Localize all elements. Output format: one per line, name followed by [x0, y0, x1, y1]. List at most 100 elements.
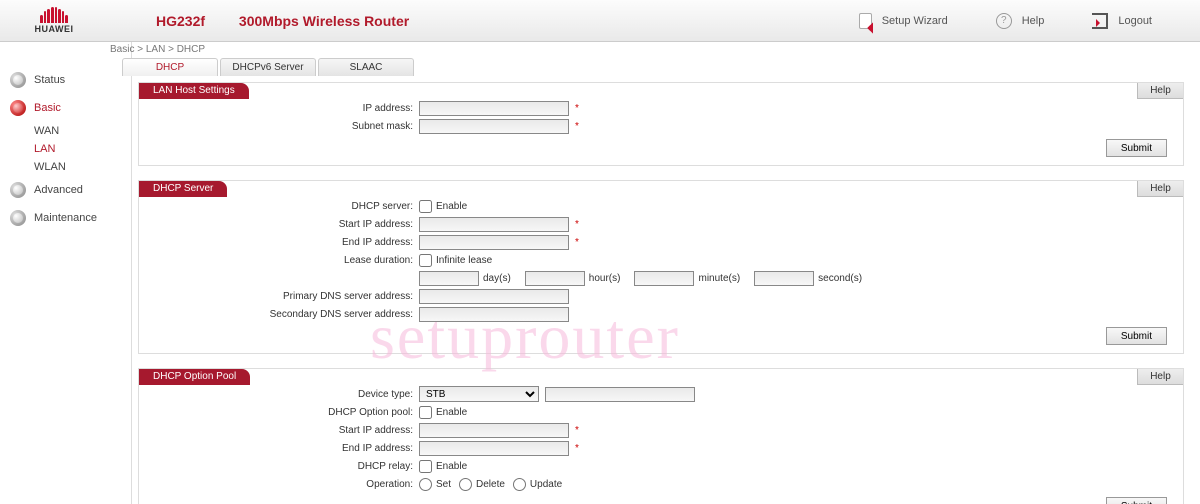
minutes-unit: minute(s) [694, 273, 754, 284]
operation-set-radio[interactable] [419, 478, 432, 491]
nav-basic-label: Basic [34, 102, 61, 114]
dhcp-end-label: End IP address: [139, 237, 419, 248]
dhcp-server-label: DHCP server: [139, 201, 419, 212]
option-pool-enable-checkbox[interactable] [419, 406, 432, 419]
nav-advanced[interactable]: Advanced [0, 176, 131, 204]
infinite-lease-checkbox[interactable] [419, 254, 432, 267]
required-marker: * [569, 237, 579, 248]
panel-lan-host: LAN Host Settings Help IP address: * Sub… [138, 82, 1184, 166]
lan-ip-label: IP address: [139, 103, 419, 114]
panel-lan-help[interactable]: Help [1137, 83, 1183, 99]
dhcp-end-input[interactable] [419, 235, 569, 250]
nav-wan[interactable]: WAN [34, 122, 131, 140]
nav-wlan[interactable]: WLAN [34, 158, 131, 176]
days-unit: day(s) [479, 273, 525, 284]
operation-label: Operation: [139, 479, 419, 490]
subtab-bar: DHCP DHCPv6 Server SLAAC [122, 58, 416, 76]
lan-mask-label: Subnet mask: [139, 121, 419, 132]
dhcp-lease-label: Lease duration: [139, 255, 419, 266]
maintenance-icon [10, 210, 26, 226]
nav-maintenance-label: Maintenance [34, 212, 97, 224]
lease-seconds-input[interactable] [754, 271, 814, 286]
brand-logo: HUAWEI [12, 7, 96, 34]
dhcp-relay-label: DHCP relay: [139, 461, 419, 472]
main-content: LAN Host Settings Help IP address: * Sub… [138, 82, 1184, 504]
setup-wizard-link[interactable]: Setup Wizard [859, 13, 948, 29]
logout-icon [1092, 13, 1108, 29]
option-pool-enable-text: Enable [436, 407, 467, 418]
hours-unit: hour(s) [585, 273, 635, 284]
nav-basic[interactable]: Basic [0, 94, 131, 122]
device-type-select[interactable]: STB [419, 386, 539, 402]
sdns-label: Secondary DNS server address: [139, 309, 419, 320]
pool-submit-button[interactable]: Submit [1106, 497, 1167, 504]
logout-label: Logout [1118, 15, 1152, 27]
panel-dhcp-title: DHCP Server [139, 181, 227, 197]
operation-update-text: Update [530, 479, 562, 490]
lease-days-input[interactable] [419, 271, 479, 286]
dhcp-enable-text: Enable [436, 201, 467, 212]
advanced-icon [10, 182, 26, 198]
lan-ip-input[interactable] [419, 101, 569, 116]
pool-end-input[interactable] [419, 441, 569, 456]
seconds-unit: second(s) [814, 273, 866, 284]
sdns-input[interactable] [419, 307, 569, 322]
dhcp-start-input[interactable] [419, 217, 569, 232]
help-link[interactable]: ? Help [996, 13, 1045, 29]
nav-basic-sub: WAN LAN WLAN [0, 122, 131, 176]
dhcp-start-label: Start IP address: [139, 219, 419, 230]
product-model: HG232f [156, 13, 205, 29]
huawei-icon [40, 7, 68, 23]
option-pool-label: DHCP Option pool: [139, 407, 419, 418]
operation-delete-radio[interactable] [459, 478, 472, 491]
panel-dhcp-server: DHCP Server Help DHCP server: Enable Sta… [138, 180, 1184, 354]
operation-delete-text: Delete [476, 479, 513, 490]
wizard-icon [859, 13, 872, 29]
operation-update-radio[interactable] [513, 478, 526, 491]
panel-lan-title: LAN Host Settings [139, 83, 249, 99]
brand-text: HUAWEI [35, 24, 74, 34]
required-marker: * [569, 443, 579, 454]
infinite-lease-text: Infinite lease [436, 255, 492, 266]
nav-lan[interactable]: LAN [34, 140, 131, 158]
lease-minutes-input[interactable] [634, 271, 694, 286]
tab-slaac[interactable]: SLAAC [318, 58, 414, 76]
dhcp-enable-checkbox[interactable] [419, 200, 432, 213]
help-icon: ? [996, 13, 1012, 29]
tab-dhcp[interactable]: DHCP [122, 58, 218, 76]
pdns-input[interactable] [419, 289, 569, 304]
panel-pool-help[interactable]: Help [1137, 369, 1183, 385]
product-desc: 300Mbps Wireless Router [239, 13, 409, 29]
lease-hours-input[interactable] [525, 271, 585, 286]
pool-start-label: Start IP address: [139, 425, 419, 436]
required-marker: * [569, 219, 579, 230]
device-type-extra-input[interactable] [545, 387, 695, 402]
dhcp-relay-checkbox[interactable] [419, 460, 432, 473]
basic-icon [10, 100, 26, 116]
operation-set-text: Set [436, 479, 459, 490]
panel-dhcp-help[interactable]: Help [1137, 181, 1183, 197]
device-type-label: Device type: [139, 389, 419, 400]
header-bar: HUAWEI HG232f 300Mbps Wireless Router Se… [0, 0, 1200, 42]
dhcp-submit-button[interactable]: Submit [1106, 327, 1167, 345]
breadcrumb: Basic > LAN > DHCP [110, 44, 205, 55]
pool-start-input[interactable] [419, 423, 569, 438]
nav-maintenance[interactable]: Maintenance [0, 204, 131, 232]
left-nav: Status Basic WAN LAN WLAN Advanced Maint… [0, 42, 132, 504]
setup-wizard-label: Setup Wizard [882, 15, 948, 27]
nav-status[interactable]: Status [0, 66, 131, 94]
dhcp-relay-text: Enable [436, 461, 467, 472]
pool-end-label: End IP address: [139, 443, 419, 454]
required-marker: * [569, 103, 579, 114]
panel-pool-title: DHCP Option Pool [139, 369, 250, 385]
product-title: HG232f 300Mbps Wireless Router [156, 13, 409, 29]
required-marker: * [569, 121, 579, 132]
status-icon [10, 72, 26, 88]
panel-dhcp-option-pool: DHCP Option Pool Help Device type: STB D… [138, 368, 1184, 504]
lan-mask-input[interactable] [419, 119, 569, 134]
nav-advanced-label: Advanced [34, 184, 83, 196]
logout-link[interactable]: Logout [1092, 13, 1152, 29]
pdns-label: Primary DNS server address: [139, 291, 419, 302]
tab-dhcpv6[interactable]: DHCPv6 Server [220, 58, 316, 76]
lan-submit-button[interactable]: Submit [1106, 139, 1167, 157]
